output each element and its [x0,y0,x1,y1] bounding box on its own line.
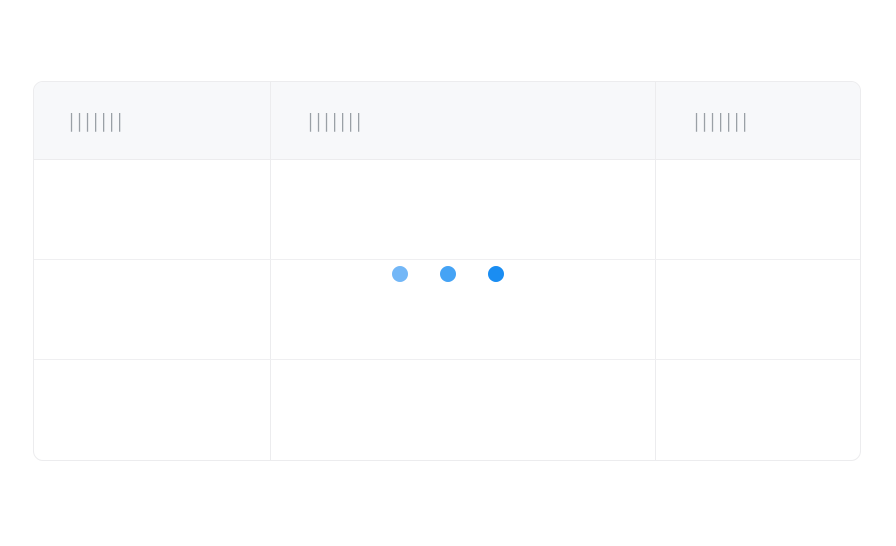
column-header-2[interactable]: ||||||| [306,82,363,160]
table-row [34,360,860,460]
loading-indicator [392,266,504,282]
column-header-1-label: ||||||| [67,109,124,132]
loading-dot-3 [488,266,504,282]
table-header-row: ||||||| ||||||| ||||||| [34,82,860,160]
loading-dot-1 [392,266,408,282]
column-header-2-label: ||||||| [306,109,363,132]
page: ||||||| ||||||| ||||||| [0,0,896,546]
column-header-1[interactable]: ||||||| [67,82,124,160]
column-header-3-label: ||||||| [692,109,749,132]
table-row [34,160,860,259]
column-header-3[interactable]: ||||||| [692,82,749,160]
loading-dot-2 [440,266,456,282]
